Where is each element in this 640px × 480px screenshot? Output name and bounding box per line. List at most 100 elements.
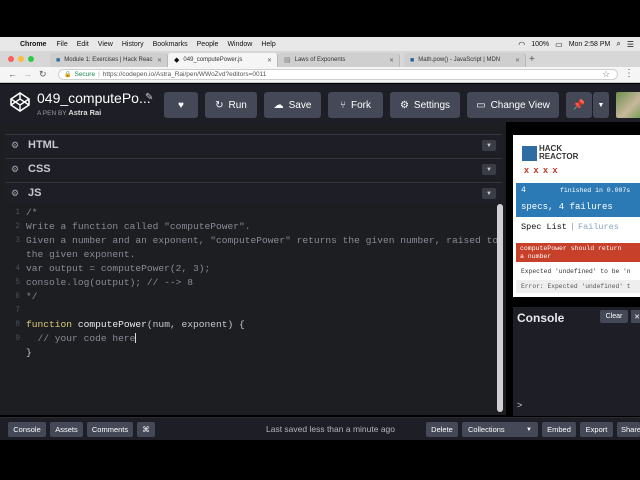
browser-tab-module[interactable]: ■ Module 1: Exercises | Hack Reac ✕ — [50, 53, 168, 67]
js-code-editor[interactable]: 1/* 2 Write a function called "computePow… — [6, 203, 502, 415]
menubar-app-name[interactable]: Chrome — [20, 41, 46, 48]
close-tab-icon[interactable]: ✕ — [157, 57, 162, 64]
menubar-file[interactable]: File — [56, 41, 67, 48]
battery-percent[interactable]: 100% — [531, 41, 549, 48]
function-args: (num, exponent) { — [146, 318, 245, 330]
keyboard-shortcuts-button[interactable]: ⌘ — [137, 422, 155, 437]
menubar-window[interactable]: Window — [227, 41, 252, 48]
love-button[interactable]: ♥ — [164, 92, 198, 118]
menubar-people[interactable]: People — [197, 41, 219, 48]
failures-tab[interactable]: Failures — [578, 222, 619, 232]
code-line: 8 function computePower (num, exponent) { — [15, 318, 245, 330]
page-favicon-icon: ▤ — [284, 57, 291, 64]
console-panel: Console Clear ✕ > — [513, 307, 640, 416]
share-button[interactable]: Share — [617, 422, 640, 437]
code-line: 2 Write a function called "computePower". — [15, 220, 251, 232]
pin-button[interactable]: 📌 — [566, 92, 592, 118]
battery-icon[interactable]: ▭ — [555, 40, 563, 49]
browser-tab-pen[interactable]: ◆ 049_computePower.js ✕ — [168, 53, 278, 67]
js-panel-header[interactable]: ⚙ JS ▼ — [6, 182, 502, 203]
menubar-bookmarks[interactable]: Bookmarks — [153, 41, 188, 48]
failure-markers: x x x x — [524, 165, 559, 175]
js-collapse-chevron-icon[interactable]: ▼ — [482, 188, 496, 199]
css-collapse-chevron-icon[interactable]: ▼ — [482, 164, 496, 175]
html-collapse-chevron-icon[interactable]: ▼ — [482, 140, 496, 151]
menubar-status: ◠ 100% ▭ Mon 2:58 PM ⌕ ☰ — [518, 37, 634, 51]
new-tab-button[interactable]: + — [529, 54, 535, 65]
run-button[interactable]: ↻ Run — [205, 92, 257, 118]
tab-title: Laws of Exponents — [294, 57, 346, 63]
reload-icon[interactable]: ↻ — [39, 69, 47, 80]
author-name[interactable]: Astra Rai — [68, 108, 101, 117]
menubar-edit[interactable]: Edit — [77, 41, 89, 48]
browser-menu-icon[interactable]: ⋮ — [624, 68, 634, 79]
codepen-logo-icon[interactable] — [10, 92, 30, 112]
os-menubar: Chrome File Edit View History Bookmarks … — [0, 37, 640, 51]
finished-time: finished in 0.007s — [560, 187, 631, 194]
menubar-help[interactable]: Help — [261, 41, 275, 48]
css-panel-header[interactable]: ⚙ CSS ▼ — [6, 158, 502, 179]
url-input[interactable]: 🔒 Secure | https://codepen.io/Astra_Rai/… — [58, 69, 618, 80]
code-line: 3 Given a number and an exponent, "comput… — [15, 234, 499, 246]
console-close-icon[interactable]: ✕ — [631, 310, 640, 323]
hack-reactor-favicon-icon: ■ — [56, 56, 61, 64]
editor-scrollbar[interactable] — [497, 204, 503, 412]
failure-stack: Error: Expected 'undefined' t — [516, 280, 640, 293]
gear-icon: ⚙ — [399, 99, 409, 111]
js-settings-gear-icon[interactable]: ⚙ — [11, 188, 19, 199]
change-view-button[interactable]: ▭ Change View — [467, 92, 559, 118]
bookmark-star-icon[interactable]: ☆ — [602, 69, 610, 80]
embed-button[interactable]: Embed — [542, 422, 576, 437]
spec-list-tab[interactable]: Spec List — [521, 222, 567, 232]
hack-reactor-logo: HACK REACTOR x x x x — [522, 144, 640, 175]
close-tab-icon[interactable]: ✕ — [515, 57, 520, 64]
close-tab-icon[interactable]: ✕ — [389, 57, 394, 64]
pen-by-label: A PEN BY — [37, 110, 67, 117]
search-icon[interactable]: ⌕ — [616, 39, 620, 49]
close-tab-icon[interactable]: ✕ — [267, 57, 272, 64]
pen-title[interactable]: 049_computePo... — [37, 90, 151, 106]
html-panel-header[interactable]: ⚙ HTML ▼ — [6, 134, 502, 155]
zoom-window-button[interactable] — [28, 56, 34, 62]
collections-button[interactable]: Collections ▼ — [462, 422, 538, 437]
code-line: the given exponent. — [26, 248, 136, 260]
export-button[interactable]: Export — [580, 422, 613, 437]
minimize-window-button[interactable] — [18, 56, 24, 62]
notification-center-icon[interactable]: ☰ — [627, 40, 634, 49]
save-button[interactable]: ☁ Save — [264, 92, 321, 118]
window-controls — [8, 56, 34, 62]
browser-tab-mdn[interactable]: ■ Math.pow() - JavaScript | MDN ✕ — [404, 53, 526, 67]
menubar-view[interactable]: View — [98, 41, 113, 48]
address-bar: ← → ↻ 🔒 Secure | https://codepen.io/Astr… — [0, 67, 640, 83]
css-settings-gear-icon[interactable]: ⚙ — [11, 164, 19, 175]
html-settings-gear-icon[interactable]: ⚙ — [11, 140, 19, 151]
failed-spec-title[interactable]: computePower should return a number — [516, 243, 640, 262]
closing-brace: } — [26, 346, 32, 358]
close-window-button[interactable] — [8, 56, 14, 62]
back-icon[interactable]: ← — [8, 69, 17, 79]
forward-icon[interactable]: → — [23, 69, 32, 79]
pin-dropdown-button[interactable]: ▼ — [593, 92, 609, 118]
wifi-icon[interactable]: ◠ — [518, 40, 525, 49]
tab-separator: | — [569, 222, 576, 232]
fork-button[interactable]: ⑂ Fork — [328, 92, 383, 118]
console-title: Console — [517, 311, 565, 325]
browser-tab-exponents[interactable]: ▤ Laws of Exponents ✕ — [278, 53, 400, 67]
html-panel-title: HTML — [28, 139, 59, 151]
menubar-history[interactable]: History — [122, 41, 144, 48]
delete-button[interactable]: Delete — [426, 422, 458, 437]
console-toggle-button[interactable]: Console — [8, 422, 46, 437]
settings-button[interactable]: ⚙ Settings — [390, 92, 460, 118]
edit-title-pencil-icon[interactable]: ✎ — [145, 92, 153, 103]
codepen-footer: Console Assets Comments ⌘ Last saved les… — [0, 417, 640, 440]
console-prompt[interactable]: > — [517, 400, 522, 410]
assets-button[interactable]: Assets — [50, 422, 83, 437]
clock[interactable]: Mon 2:58 PM — [569, 41, 611, 48]
console-clear-button[interactable]: Clear — [600, 310, 628, 323]
lock-icon: 🔒 — [64, 72, 72, 78]
hack-reactor-mark-icon — [522, 146, 537, 161]
user-avatar[interactable] — [616, 92, 640, 118]
comments-button[interactable]: Comments — [87, 422, 133, 437]
results-summary: 4 finished in 0.007s specs, 4 failures — [516, 183, 640, 217]
change-view-label: Change View — [490, 99, 550, 111]
